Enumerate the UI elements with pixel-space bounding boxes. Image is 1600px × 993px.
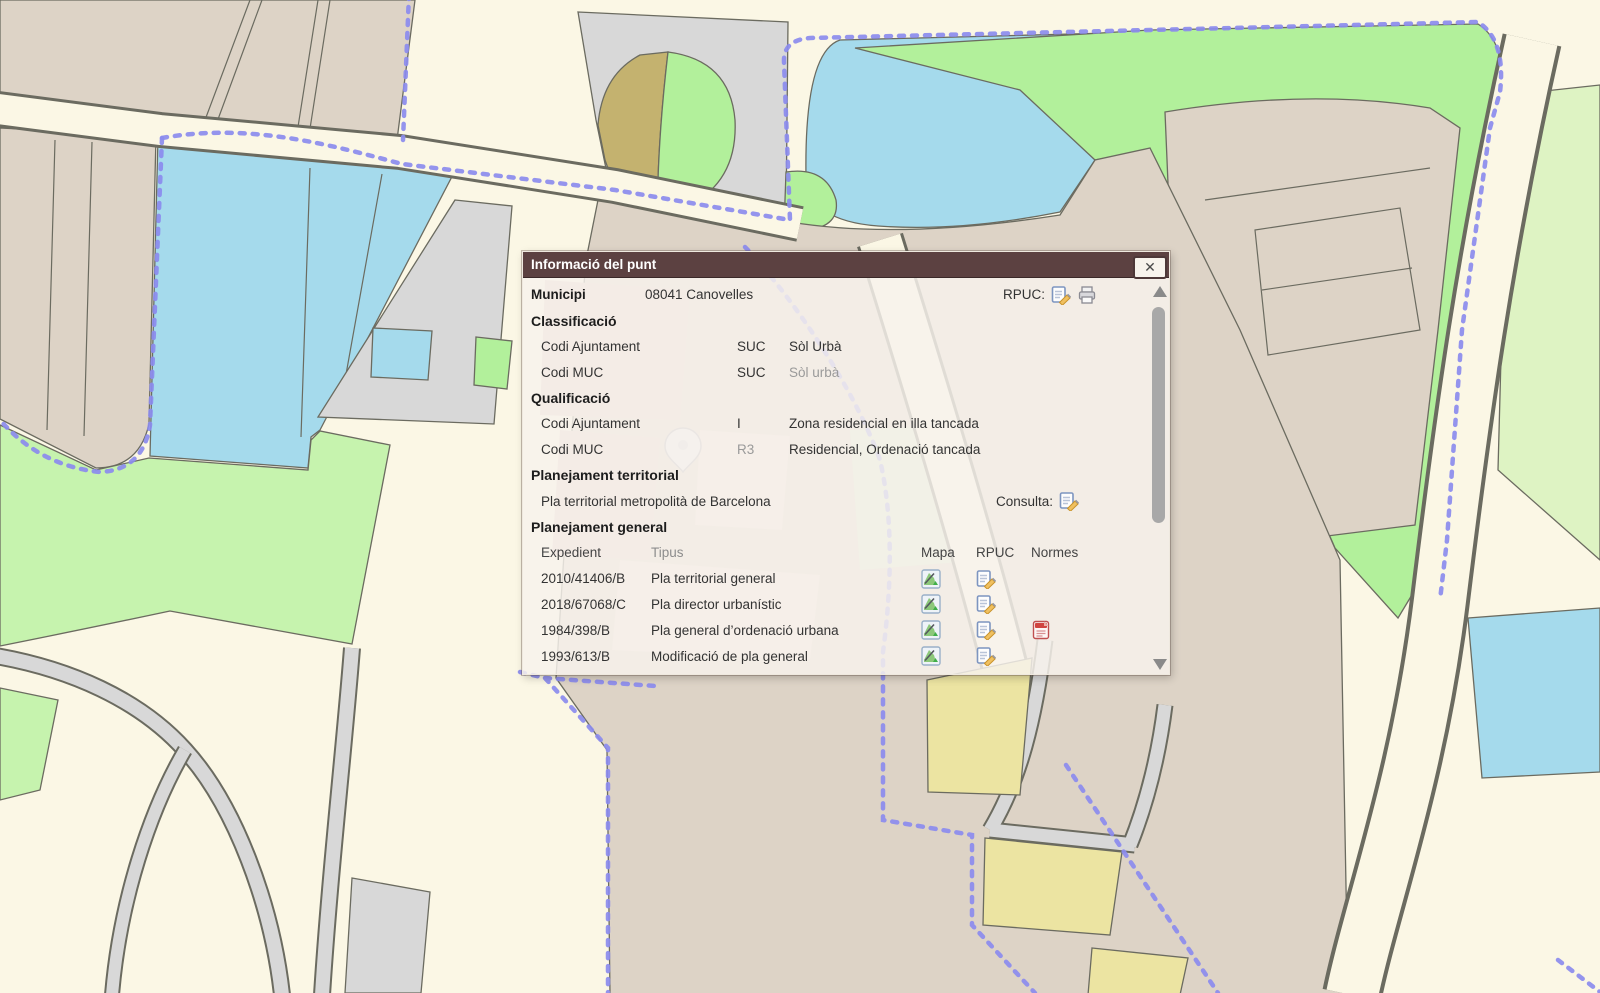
- row-label: Codi Ajuntament: [541, 416, 737, 431]
- table-row: 2018/67068/C Pla director urbanístic: [531, 592, 1149, 618]
- scrollbar-thumb[interactable]: [1152, 307, 1165, 523]
- document-edit-icon[interactable]: [976, 620, 996, 640]
- cell-expedient: 2010/41406/B: [541, 571, 651, 586]
- col-rpuc: RPUC: [976, 545, 1031, 560]
- consulta-link: Consulta:: [996, 488, 1079, 514]
- dialog-title: Informació del punt: [531, 257, 656, 272]
- pdf-document-icon[interactable]: [1031, 620, 1051, 640]
- row-code: SUC: [737, 365, 789, 380]
- document-edit-icon[interactable]: [976, 569, 996, 589]
- document-edit-icon[interactable]: [976, 646, 996, 666]
- row-label: Codi MUC: [541, 442, 737, 457]
- scroll-down-icon[interactable]: [1153, 659, 1167, 670]
- map-thumbnail-icon[interactable]: [921, 594, 941, 614]
- info-point-dialog: Informació del punt ✕ Municipi 08041 Can…: [522, 251, 1170, 675]
- classificacio-row: Codi MUC SUC Sòl urbà: [531, 359, 1149, 385]
- row-code: R3: [737, 442, 789, 457]
- qualificacio-row: Codi Ajuntament I Zona residencial en il…: [531, 411, 1149, 437]
- cell-tipus: Pla director urbanístic: [651, 597, 921, 612]
- row-desc: Sòl urbà: [789, 365, 839, 380]
- plan-name: Pla territorial metropolità de Barcelona: [541, 494, 771, 509]
- section-heading-qualificacio: Qualificació: [531, 385, 1149, 411]
- section-heading-classificacio: Classificació: [531, 308, 1149, 334]
- rpuc-links: RPUC:: [1003, 282, 1097, 308]
- col-tipus: Tipus: [651, 545, 921, 560]
- col-normes: Normes: [1031, 545, 1091, 560]
- document-edit-icon[interactable]: [1051, 285, 1071, 305]
- cell-tipus: Pla general d’ordenació urbana: [651, 623, 921, 638]
- row-desc: Sòl Urbà: [789, 339, 842, 354]
- row-code: I: [737, 416, 789, 431]
- row-code: SUC: [737, 339, 789, 354]
- municipi-value: 08041 Canovelles: [645, 287, 753, 302]
- printer-icon[interactable]: [1077, 285, 1097, 305]
- scroll-up-icon[interactable]: [1153, 286, 1167, 297]
- heading-text: Planejament territorial: [531, 467, 679, 483]
- territorial-row: Pla territorial metropolità de Barcelona…: [531, 488, 1149, 514]
- close-icon: ✕: [1144, 259, 1156, 275]
- dialog-title-bar[interactable]: Informació del punt: [523, 252, 1169, 278]
- map-water-zone: [1468, 608, 1600, 778]
- table-row: 1984/398/B Pla general d’ordenació urban…: [531, 617, 1149, 643]
- table-row: 1993/613/B Modificació de pla general: [531, 643, 1149, 669]
- map-green-zone: [474, 337, 512, 389]
- map-thumbnail-icon[interactable]: [921, 646, 941, 666]
- cell-expedient: 1993/613/B: [541, 649, 651, 664]
- row-desc: Zona residencial en illa tancada: [789, 416, 979, 431]
- map-parcel: [345, 878, 430, 993]
- map-yellow-zone: [983, 838, 1122, 935]
- municipi-row: Municipi 08041 Canovelles RPUC:: [531, 282, 1149, 308]
- row-desc: Residencial, Ordenació tancada: [789, 442, 980, 457]
- document-edit-icon[interactable]: [1059, 491, 1079, 511]
- section-heading-general: Planejament general: [531, 514, 1149, 540]
- qualificacio-row: Codi MUC R3 Residencial, Ordenació tanca…: [531, 437, 1149, 463]
- map-parcel: [0, 128, 156, 468]
- dialog-body: Municipi 08041 Canovelles RPUC: Classifi…: [523, 278, 1169, 674]
- cell-expedient: 1984/398/B: [541, 623, 651, 638]
- dialog-scrollbar[interactable]: [1151, 282, 1167, 672]
- cell-tipus: Modificació de pla general: [651, 649, 921, 664]
- table-header: Expedient Tipus Mapa RPUC Normes: [531, 540, 1149, 566]
- heading-text: Classificació: [531, 313, 617, 329]
- classificacio-row: Codi Ajuntament SUC Sòl Urbà: [531, 334, 1149, 360]
- cell-tipus: Pla territorial general: [651, 571, 921, 586]
- heading-text: Planejament general: [531, 519, 667, 535]
- map-yellow-zone: [927, 658, 1032, 795]
- row-label: Codi Ajuntament: [541, 339, 737, 354]
- section-heading-territorial: Planejament territorial: [531, 463, 1149, 489]
- municipi-label: Municipi: [531, 287, 645, 302]
- rpuc-label: RPUC:: [1003, 287, 1045, 302]
- heading-text: Qualificació: [531, 390, 610, 406]
- table-row: 2010/41406/B Pla territorial general: [531, 566, 1149, 592]
- col-expedient: Expedient: [541, 545, 651, 560]
- consulta-label: Consulta:: [996, 494, 1053, 509]
- col-mapa: Mapa: [921, 545, 976, 560]
- map-viewer: Informació del punt ✕ Municipi 08041 Can…: [0, 0, 1600, 993]
- row-label: Codi MUC: [541, 365, 737, 380]
- map-water-zone: [371, 328, 432, 380]
- close-button[interactable]: ✕: [1133, 256, 1167, 279]
- map-thumbnail-icon[interactable]: [921, 569, 941, 589]
- cell-expedient: 2018/67068/C: [541, 597, 651, 612]
- map-thumbnail-icon[interactable]: [921, 620, 941, 640]
- document-edit-icon[interactable]: [976, 594, 996, 614]
